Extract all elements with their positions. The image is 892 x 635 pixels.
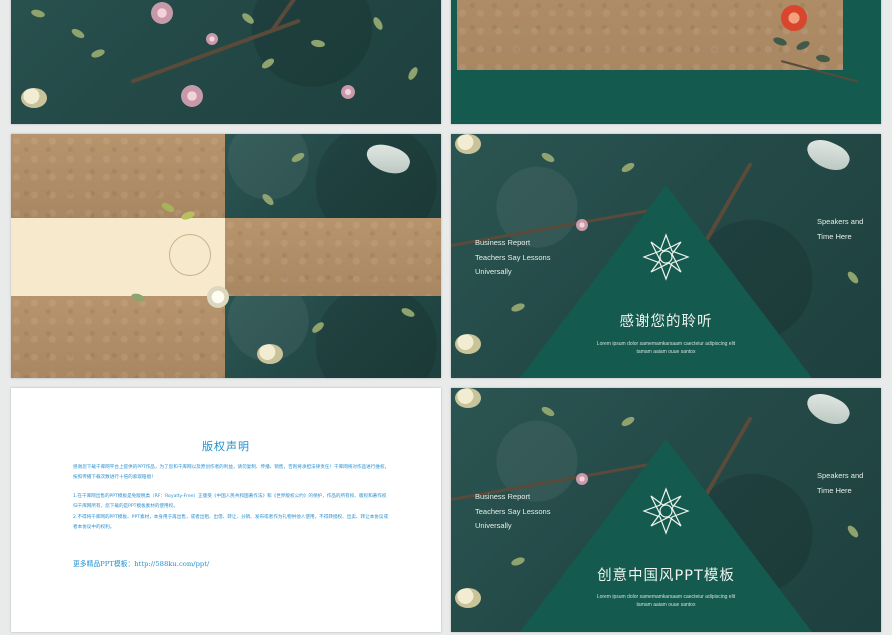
lotus-emblem-icon [642, 233, 690, 281]
subtitle-line: tamam aaiam ouue santox [636, 602, 696, 608]
slide-thumbnail-5[interactable]: 版权声明 感谢您下载千库网平台上提供的PPT作品，为了您和千库网以及原创作者的利… [11, 388, 441, 632]
kraft-paper-panel [11, 296, 225, 378]
bird-decoration [802, 134, 854, 177]
right-caption-line: Speakers and [817, 471, 864, 480]
left-caption: Business Report Teachers Say Lessons Uni… [475, 490, 550, 534]
left-caption-line: Teachers Say Lessons [475, 506, 551, 516]
slide-subtitle: Lorem ipsum dolor samemamkarsaam caectei… [566, 340, 766, 356]
slide-title: 感谢您的聆听 [619, 314, 713, 330]
right-caption-line: Time Here [817, 231, 852, 241]
leaf-decoration [845, 269, 861, 286]
leaf-decoration [70, 26, 86, 41]
left-caption-line: Teachers Say Lessons [475, 252, 551, 262]
fruit-decoration [455, 588, 481, 608]
right-caption-line: Speakers and [817, 217, 864, 226]
leaf-decoration [371, 15, 385, 32]
left-caption-line: Universally [475, 267, 512, 276]
lotus-emblem-icon [642, 487, 690, 535]
more-templates-link[interactable]: 更多精品PPT模板：http://588ku.com/ppt/ [73, 558, 209, 568]
slide-subtitle: Lorem ipsum dolor samemamkarsaam caectei… [566, 593, 766, 609]
doc-title: 版权声明 [202, 440, 250, 453]
doc-paragraph: 感谢您下载千库网平台上提供的PPT作品，为了您和千库网以及原创作者的利益，请勿复… [73, 465, 390, 480]
leaf-decoration [845, 523, 861, 540]
subtitle-line: tamam aaiam ouue santox [636, 349, 696, 355]
peony-flower [206, 33, 218, 45]
floral-panel [225, 134, 441, 218]
leaf-decoration [90, 47, 106, 60]
leaf-decoration [310, 38, 326, 49]
white-flower [207, 286, 229, 308]
left-caption-line: Universally [475, 521, 512, 530]
fruit-decoration [455, 134, 481, 154]
slide-title: 创意中国风PPT模板 [597, 568, 735, 584]
branch-decoration [130, 18, 301, 84]
slide-thumbnail-3[interactable] [11, 134, 441, 378]
fruit-decoration [257, 344, 283, 364]
leaf-decoration [260, 56, 276, 71]
subtitle-line: Lorem ipsum dolor samemamkarsaam caectei… [596, 341, 736, 347]
fruit-decoration [455, 388, 481, 408]
leaf-decoration [540, 150, 556, 165]
fruit-decoration [455, 334, 481, 354]
bird-decoration [802, 388, 854, 431]
kraft-paper-panel [225, 218, 441, 296]
slide-thumbnail-2[interactable] [451, 0, 881, 124]
kraft-paper-panel [11, 134, 225, 218]
doc-paragraph: 1.在千库网出售的PPT模板是免版税类（RF：Royalty-Free）正版受《… [73, 494, 387, 509]
right-caption: Speakers and Time Here [817, 215, 863, 244]
left-caption: Business Report Teachers Say Lessons Uni… [475, 236, 550, 280]
right-caption-line: Time Here [817, 485, 852, 495]
slide-thumbnail-1[interactable] [11, 0, 441, 124]
leaf-decoration [540, 404, 556, 419]
left-caption-line: Business Report [475, 492, 531, 501]
slide-thumbnail-6[interactable]: Business Report Teachers Say Lessons Uni… [451, 388, 881, 632]
subtitle-line: Lorem ipsum dolor samemamkarsaam caectei… [596, 594, 736, 600]
red-flower [781, 5, 807, 31]
leaf-decoration [620, 414, 636, 429]
leaf-decoration [30, 8, 46, 19]
peony-flower [151, 2, 173, 24]
peony-flower [341, 85, 355, 99]
peony-flower [181, 85, 203, 107]
doc-paragraph: 2.不得将千库网的PPT模板、PPT素材，本身用于再出售，或者出租、出借、转让、… [73, 515, 389, 530]
circle-outline [169, 234, 211, 276]
leaf-decoration [620, 160, 636, 175]
leaf-decoration [406, 65, 420, 82]
slide-thumbnail-4[interactable]: Business Report Teachers Say Lessons Uni… [451, 134, 881, 378]
fruit-decoration [21, 88, 47, 108]
left-caption-line: Business Report [475, 238, 531, 247]
right-caption: Speakers and Time Here [817, 469, 863, 498]
leaf-decoration [240, 11, 256, 26]
